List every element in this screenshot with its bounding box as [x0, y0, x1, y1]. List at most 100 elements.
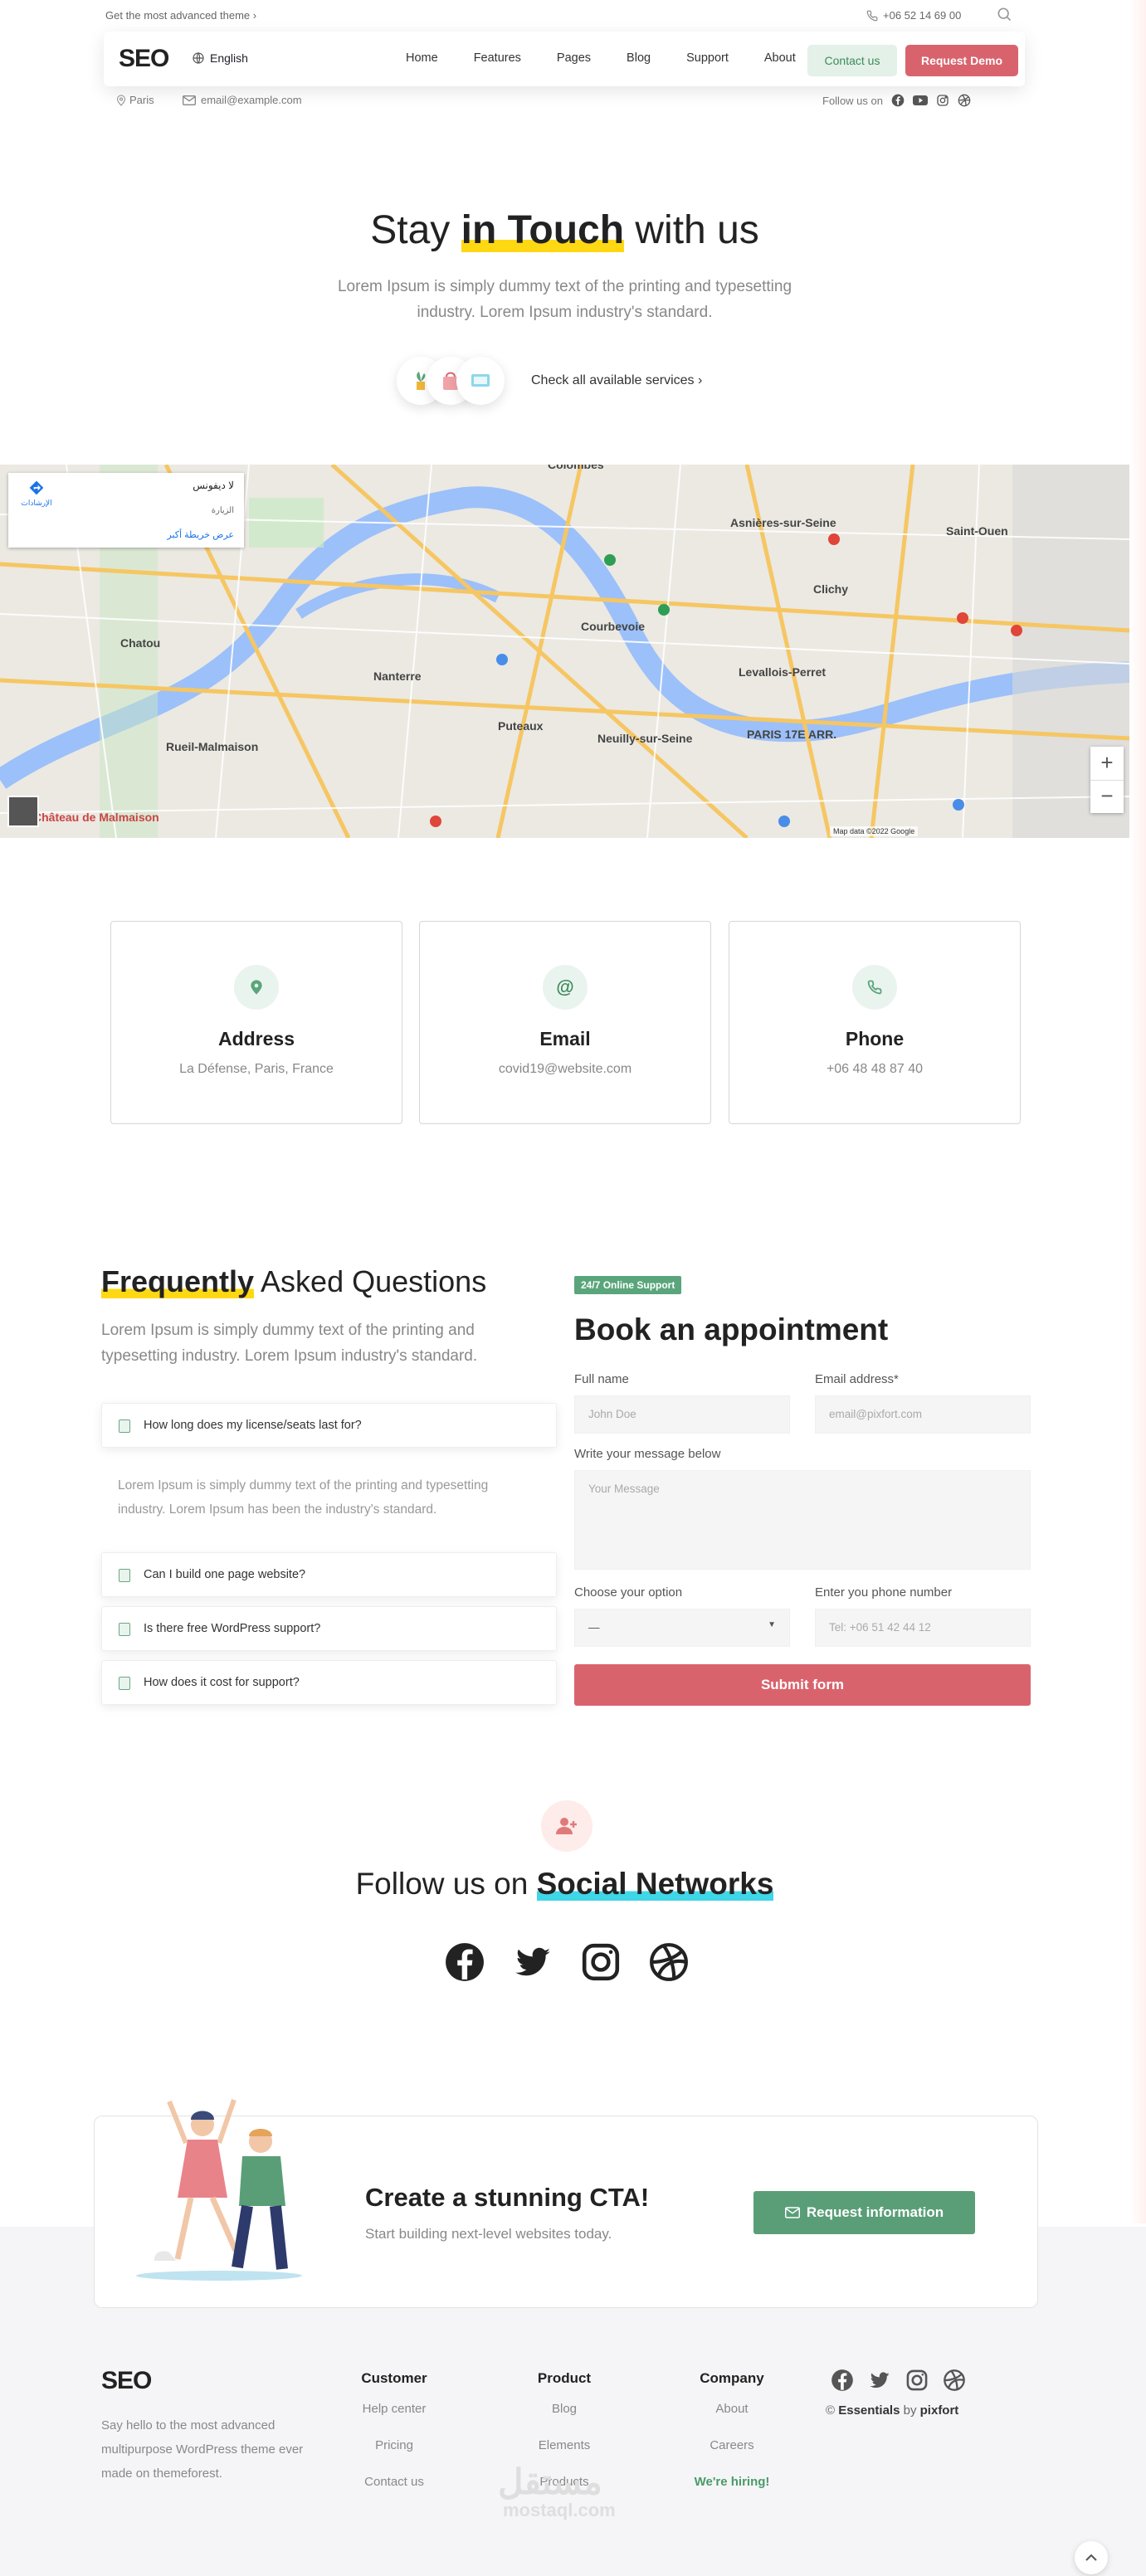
credit-author[interactable]: pixfort: [920, 2403, 959, 2418]
document-icon: [119, 1419, 130, 1433]
submit-button[interactable]: Submit form: [574, 1664, 1031, 1706]
location-label: Paris: [129, 94, 154, 106]
social-title-highlight: Social Networks: [536, 1867, 774, 1901]
email-address-input[interactable]: email@pixfort.com: [815, 1395, 1031, 1434]
credit-by: by: [903, 2403, 917, 2418]
email-address-label: Email address*: [815, 1372, 899, 1386]
phone-input[interactable]: Tel: +06 51 42 44 12: [815, 1609, 1031, 1647]
address-value: La Défense, Paris, France: [179, 1062, 334, 1076]
full-name-label: Full name: [574, 1372, 629, 1386]
footer-link-pricing[interactable]: Pricing: [344, 2438, 444, 2475]
cta-subtitle: Start building next-level websites today…: [365, 2226, 612, 2242]
language-switcher[interactable]: English: [192, 51, 248, 65]
back-to-top-button[interactable]: [1075, 2541, 1108, 2574]
youtube-icon[interactable]: [912, 95, 928, 106]
footer-column-title: Customer: [361, 2370, 427, 2386]
footer-link-help-center[interactable]: Help center: [344, 2402, 444, 2438]
faq-question: How long does my license/seats last for?: [144, 1419, 362, 1432]
faq-title-highlight: Frequently: [101, 1264, 255, 1298]
phone-card: Phone +06 48 48 87 40: [729, 921, 1021, 1124]
directions-button[interactable]: الإرشادات: [20, 480, 53, 508]
zoom-out-button[interactable]: −: [1090, 780, 1124, 813]
nav-features[interactable]: Features: [474, 51, 521, 65]
faq-question: How does it cost for support?: [144, 1676, 300, 1689]
full-name-input[interactable]: John Doe: [574, 1395, 790, 1434]
facebook-icon[interactable]: [444, 1941, 485, 1983]
faq-item[interactable]: Can I build one page website?: [101, 1552, 557, 1597]
footer-column-title: Product: [537, 2370, 592, 2386]
dribbble-icon[interactable]: [648, 1941, 690, 1983]
message-textarea[interactable]: Your Message: [574, 1470, 1031, 1570]
faq-title: Frequently Asked Questions: [101, 1264, 486, 1299]
monitor-icon: [119, 1623, 130, 1636]
map-label-colombes: Colombes: [548, 465, 604, 471]
phone-value[interactable]: +06 48 48 87 40: [729, 1062, 1020, 1077]
chevron-up-icon: [1085, 2554, 1097, 2561]
footer-link-contact[interactable]: Contact us: [344, 2475, 444, 2511]
footer-link-about[interactable]: About: [682, 2402, 782, 2438]
watermark-url: mostaql.com: [503, 2500, 616, 2520]
google-map[interactable]: Courbevoie Nanterre Levallois-Perret Neu…: [0, 465, 1129, 838]
faq-item[interactable]: How does it cost for support?: [101, 1660, 557, 1705]
nav-blog[interactable]: Blog: [627, 51, 651, 65]
footer-link-blog[interactable]: Blog: [514, 2402, 614, 2438]
map-place-card: لا ديفونس الزيارة الإرشادات عرض خريطة أك…: [8, 473, 244, 548]
phone-info[interactable]: +06 52 14 69 00: [866, 9, 961, 22]
service-avatars: [397, 357, 505, 407]
option-label: Choose your option: [574, 1585, 683, 1600]
nav-links: Home Features Pages Blog Support About: [406, 51, 796, 65]
twitter-icon[interactable]: [868, 2369, 891, 2392]
appointment-title: Book an appointment: [574, 1312, 889, 1346]
dancing-people-illustration: [136, 2099, 302, 2281]
dribbble-icon[interactable]: [943, 2369, 966, 2392]
follow-links: Follow us on: [822, 94, 971, 107]
chevron-down-icon: ▼: [768, 1620, 776, 1629]
directions-label: الإرشادات: [21, 499, 52, 507]
nav-home[interactable]: Home: [406, 51, 438, 65]
footer-column-company: Company About Careers We're hiring!: [682, 2370, 782, 2511]
zoom-in-button[interactable]: +: [1090, 747, 1124, 780]
location: Paris: [116, 94, 154, 106]
watermark: مستقل: [498, 2462, 602, 2501]
dribbble-icon[interactable]: [958, 94, 971, 107]
request-information-button[interactable]: Request information: [753, 2191, 975, 2234]
faq-item[interactable]: Is there free WordPress support?: [101, 1606, 557, 1651]
map-label-malmaison: Château de Malmaison: [33, 811, 159, 824]
logo[interactable]: SEO: [119, 45, 169, 73]
twitter-icon[interactable]: [512, 1941, 553, 1983]
nav-about[interactable]: About: [764, 51, 796, 65]
faq-subtitle: Lorem Ipsum is simply dummy text of the …: [101, 1322, 478, 1365]
map-label-asnieres: Asnières-sur-Seine: [730, 516, 836, 529]
faq-question: Is there free WordPress support?: [144, 1622, 321, 1635]
instagram-icon[interactable]: [580, 1941, 622, 1983]
nav-pages[interactable]: Pages: [557, 51, 591, 65]
request-demo-button[interactable]: Request Demo: [905, 45, 1018, 76]
at-icon: @: [543, 965, 588, 1010]
map-label-puteaux: Puteaux: [498, 719, 544, 733]
map-label-nanterre: Nanterre: [373, 670, 422, 683]
search-icon[interactable]: [996, 6, 1012, 25]
instagram-icon[interactable]: [936, 94, 949, 107]
page-icon: [119, 1569, 130, 1582]
instagram-icon[interactable]: [905, 2369, 929, 2392]
email-value[interactable]: covid19@website.com: [420, 1062, 710, 1077]
facebook-icon[interactable]: [831, 2369, 854, 2392]
footer-link-careers[interactable]: Careers: [682, 2438, 782, 2475]
contact-us-button[interactable]: Contact us: [807, 45, 897, 76]
option-select[interactable]: — ▼: [574, 1609, 790, 1647]
footer-link-hiring[interactable]: We're hiring!: [682, 2475, 782, 2511]
hero-title-highlight: in Touch: [461, 208, 625, 252]
promo-link[interactable]: Get the most advanced theme ›: [105, 9, 256, 22]
footer-social-links: [831, 2369, 966, 2392]
email-link[interactable]: email@example.com: [183, 94, 302, 106]
nav-support[interactable]: Support: [686, 51, 729, 65]
services-link[interactable]: Check all available services ›: [531, 373, 702, 388]
main-navbar: SEO English Home Features Pages Blog Sup…: [104, 32, 1025, 86]
globe-icon: [193, 52, 204, 64]
footer-logo[interactable]: SEO: [101, 2367, 152, 2395]
facebook-icon[interactable]: [891, 94, 905, 107]
phone-icon: [866, 10, 878, 21]
faq-question: Can I build one page website?: [144, 1568, 306, 1581]
larger-map-link[interactable]: عرض خريطة أكبر: [167, 529, 234, 540]
faq-item[interactable]: How long does my license/seats last for?: [101, 1403, 557, 1448]
